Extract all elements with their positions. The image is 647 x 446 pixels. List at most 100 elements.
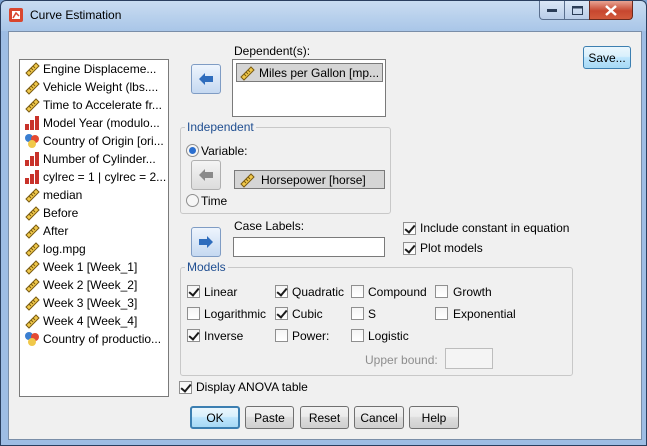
close-icon: [605, 4, 617, 16]
arrow-right-icon: [199, 236, 213, 248]
linear-label: Linear: [204, 285, 238, 299]
quadratic-checkbox[interactable]: [275, 285, 288, 298]
dependent-variable-item[interactable]: Miles per Gallon [mp...: [236, 63, 383, 82]
include-constant-checkbox[interactable]: [403, 222, 416, 235]
logistic-checkbox[interactable]: [351, 329, 364, 342]
variable-list-item-label: Number of Cylinder...: [43, 152, 156, 166]
logarithmic-checkbox[interactable]: [187, 307, 200, 320]
dependent-list[interactable]: Miles per Gallon [mp...: [232, 59, 386, 117]
save-button[interactable]: Save...: [583, 46, 631, 69]
inverse-checkbox[interactable]: [187, 329, 200, 342]
variable-list-item[interactable]: median: [20, 186, 168, 204]
power-label: Power:: [292, 329, 330, 343]
variable-list-item[interactable]: Country of productio...: [20, 330, 168, 348]
independent-variable-label: Horsepower [horse]: [261, 172, 366, 187]
variable-list-item-label: Engine Displaceme...: [43, 62, 157, 76]
ok-button[interactable]: OK: [190, 406, 240, 429]
variable-list-item[interactable]: Week 4 [Week_4]: [20, 312, 168, 330]
title-bar[interactable]: Curve Estimation: [1, 1, 646, 31]
variable-list-item[interactable]: Model Year (modulo...: [20, 114, 168, 132]
variable-list-item[interactable]: log.mpg: [20, 240, 168, 258]
variable-radio[interactable]: [186, 144, 199, 157]
s-checkbox[interactable]: [351, 307, 364, 320]
cubic-label: Cubic: [292, 307, 323, 321]
compound-checkbox[interactable]: [351, 285, 364, 298]
plot-models-checkbox[interactable]: [403, 242, 416, 255]
minimize-button[interactable]: [539, 1, 565, 20]
inverse-label: Inverse: [204, 329, 244, 343]
source-variable-list[interactable]: Engine Displaceme... Vehicle Weight (lbs.…: [19, 59, 169, 397]
nominal-circles-icon: [25, 332, 39, 346]
quadratic-label: Quadratic: [292, 285, 345, 299]
variable-list-item-label: Before: [43, 206, 79, 220]
s-label: S: [368, 307, 377, 321]
variable-list-item-label: Week 4 [Week_4]: [43, 314, 138, 328]
variable-list-item[interactable]: Vehicle Weight (lbs....: [20, 78, 168, 96]
ordinal-bars-icon: [25, 116, 39, 130]
case-labels-field[interactable]: [233, 237, 385, 257]
variable-list-item[interactable]: Before: [20, 204, 168, 222]
variable-list-item[interactable]: Week 1 [Week_1]: [20, 258, 168, 276]
variable-list-item[interactable]: Number of Cylinder...: [20, 150, 168, 168]
dialog-body: Engine Displaceme... Vehicle Weight (lbs.…: [8, 31, 642, 440]
move-to-independent-button[interactable]: [191, 160, 221, 190]
display-anova-checkbox[interactable]: [179, 381, 192, 394]
ordinal-bars-icon: [25, 152, 39, 166]
move-to-case-labels-button[interactable]: [191, 227, 221, 257]
minimize-icon: [547, 9, 557, 12]
window-title: Curve Estimation: [30, 8, 122, 22]
variable-list-item[interactable]: cylrec = 1 | cylrec = 2...: [20, 168, 168, 186]
independent-variable-item[interactable]: Horsepower [horse]: [234, 170, 385, 189]
nominal-circles-icon: [25, 134, 39, 148]
variable-list-item[interactable]: Engine Displaceme...: [20, 60, 168, 78]
variable-list-item-label: Country of productio...: [43, 332, 162, 346]
variable-list-item[interactable]: Country of Origin [ori...: [20, 132, 168, 150]
scale-ruler-icon: [25, 242, 40, 257]
cubic-checkbox[interactable]: [275, 307, 288, 320]
ordinal-bars-icon: [25, 170, 39, 184]
dialog-window: Curve Estimation Engine Displaceme... Veh…: [0, 0, 647, 446]
maximize-button[interactable]: [564, 1, 590, 20]
variable-list-item[interactable]: Week 2 [Week_2]: [20, 276, 168, 294]
cancel-button[interactable]: Cancel: [354, 406, 404, 429]
help-button[interactable]: Help: [409, 406, 459, 429]
variable-list-item[interactable]: After: [20, 222, 168, 240]
independent-group-title: Independent: [185, 120, 256, 134]
logistic-label: Logistic: [368, 329, 409, 343]
exponential-label: Exponential: [453, 307, 516, 321]
display-anova-label: Display ANOVA table: [196, 380, 308, 394]
paste-button[interactable]: Paste: [245, 406, 294, 429]
variable-list-item-label: cylrec = 1 | cylrec = 2...: [43, 170, 167, 184]
variable-list-item-label: After: [43, 224, 69, 238]
time-radio[interactable]: [186, 194, 199, 207]
growth-label: Growth: [453, 285, 492, 299]
case-labels-label: Case Labels:: [234, 219, 305, 233]
scale-ruler-icon: [240, 172, 255, 188]
reset-button[interactable]: Reset: [300, 406, 349, 429]
move-to-dependent-button[interactable]: [191, 64, 221, 94]
scale-ruler-icon: [25, 80, 40, 95]
variable-list-item[interactable]: Week 3 [Week_3]: [20, 294, 168, 312]
scale-ruler-icon: [25, 260, 40, 275]
spss-app-icon: [9, 8, 23, 22]
arrow-left-icon: [199, 73, 213, 85]
linear-checkbox[interactable]: [187, 285, 200, 298]
plot-models-label: Plot models: [420, 241, 483, 255]
variable-list-item-label: Time to Accelerate fr...: [43, 98, 162, 112]
close-button[interactable]: [589, 1, 633, 20]
variable-list-item-label: log.mpg: [43, 242, 86, 256]
upper-bound-label: Upper bound:: [365, 353, 438, 367]
dependent-label: Dependent(s):: [234, 44, 311, 58]
growth-checkbox[interactable]: [435, 285, 448, 298]
variable-list-item-label: Vehicle Weight (lbs....: [43, 80, 159, 94]
scale-ruler-icon: [25, 188, 40, 203]
scale-ruler-icon: [25, 314, 40, 329]
variable-list-item-label: Country of Origin [ori...: [43, 134, 164, 148]
upper-bound-field[interactable]: [445, 348, 493, 369]
variable-radio-label: Variable:: [201, 144, 248, 158]
variable-list-item-label: Model Year (modulo...: [43, 116, 160, 130]
variable-list-item[interactable]: Time to Accelerate fr...: [20, 96, 168, 114]
variable-list-item-label: Week 2 [Week_2]: [43, 278, 138, 292]
exponential-checkbox[interactable]: [435, 307, 448, 320]
power-checkbox[interactable]: [275, 329, 288, 342]
